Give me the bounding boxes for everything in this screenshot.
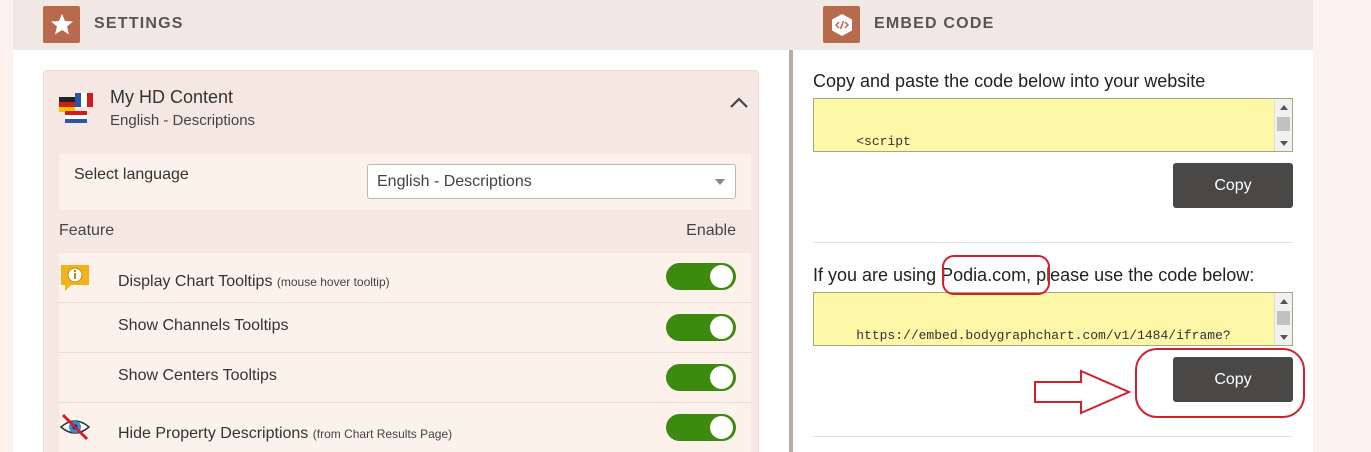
feature-label: Display Chart Tooltips (mouse hover tool…	[118, 273, 390, 291]
divider	[813, 242, 1293, 243]
podia-title-suffix: , please use the code below:	[1026, 265, 1255, 285]
feature-name: Show Centers Tooltips	[118, 367, 277, 384]
dropdown-caret-icon	[715, 179, 725, 185]
language-row: Select language English - Descriptions	[59, 154, 751, 210]
code-scrollbar[interactable]	[1274, 99, 1292, 151]
embed-header: EMBED CODE	[789, 0, 1313, 50]
podia-code-textarea[interactable]: https://embed.bodygraphchart.com/v1/1484…	[813, 292, 1293, 346]
collapse-chevron-icon[interactable]	[728, 93, 750, 113]
toggle-knob	[710, 416, 733, 439]
feature-row-hide-descriptions: Hide Property Descriptions (from Chart R…	[59, 403, 751, 452]
toggle-centers-tooltips[interactable]	[666, 364, 736, 391]
embed-code-text: <script src="https://embed.bodygraphchar…	[856, 134, 911, 149]
annotation-highlight-copy	[1135, 348, 1305, 418]
divider	[813, 436, 1293, 437]
language-select-value: English - Descriptions	[377, 173, 532, 190]
toggle-hide-descriptions[interactable]	[666, 414, 736, 441]
podia-code-text: https://embed.bodygraphchart.com/v1/1484…	[856, 328, 1231, 343]
language-select[interactable]: English - Descriptions	[367, 164, 736, 199]
feature-row-centers-tooltips: Show Centers Tooltips	[59, 353, 751, 403]
annotation-arrow-icon	[1034, 369, 1132, 415]
feature-row-chart-tooltips: Display Chart Tooltips (mouse hover tool…	[59, 253, 751, 303]
settings-header: SETTINGS	[13, 0, 789, 50]
feature-name: Display Chart Tooltips	[118, 273, 273, 290]
language-label: Select language	[74, 166, 189, 183]
feature-row-channels-tooltips: Show Channels Tooltips	[59, 303, 751, 353]
toggle-knob	[710, 366, 733, 389]
podia-title-prefix: If you are using	[813, 265, 942, 285]
feature-label: Hide Property Descriptions (from Chart R…	[118, 425, 452, 443]
hidden-eye-icon	[59, 411, 91, 448]
toggle-channels-tooltips[interactable]	[666, 314, 736, 341]
feature-name: Show Channels Tooltips	[118, 317, 289, 334]
annotation-highlight-podia	[942, 255, 1050, 295]
code-scrollbar[interactable]	[1274, 293, 1292, 345]
feature-header: Feature Enable	[59, 222, 751, 240]
feature-label: Show Channels Tooltips	[118, 317, 288, 335]
feature-column-label: Feature	[59, 222, 115, 239]
card-title: My HD Content	[110, 87, 234, 107]
feature-label: Show Centers Tooltips	[118, 367, 277, 385]
embed-title: EMBED CODE	[874, 15, 995, 32]
language-flags-icon	[57, 89, 95, 125]
feature-note: (mouse hover tooltip)	[276, 275, 390, 289]
star-badge-icon	[43, 6, 80, 43]
copy-embed-code-button[interactable]: Copy	[1173, 163, 1293, 208]
enable-column-label: Enable	[686, 222, 736, 239]
toggle-knob	[710, 265, 733, 288]
section-title-website: Copy and paste the code below into your …	[813, 71, 1206, 91]
card-subtitle: English - Descriptions	[110, 112, 256, 129]
info-bubble-icon	[59, 263, 91, 298]
toggle-knob	[710, 316, 733, 339]
code-badge-icon	[823, 6, 860, 43]
content-card: My HD Content English - Descriptions Sel…	[43, 70, 759, 452]
page-margin	[1313, 0, 1371, 452]
feature-note: (from Chart Results Page)	[312, 427, 453, 441]
settings-panel: SETTINGS My HD Content English - Descrip…	[13, 0, 789, 452]
settings-title: SETTINGS	[94, 15, 184, 32]
feature-name: Hide Property Descriptions	[118, 425, 309, 442]
toggle-chart-tooltips[interactable]	[666, 263, 736, 290]
embed-panel: EMBED CODE Copy and paste the code below…	[789, 0, 1313, 452]
embed-code-textarea[interactable]: <script src="https://embed.bodygraphchar…	[813, 98, 1293, 152]
